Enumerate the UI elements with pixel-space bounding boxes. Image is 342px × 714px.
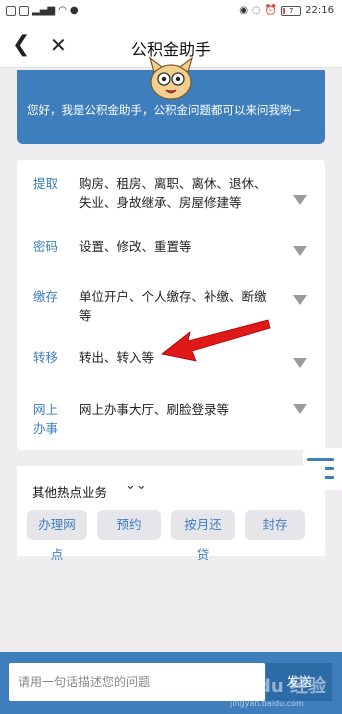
notification-icon — [6, 5, 16, 16]
expand-triangle-icon[interactable] — [293, 295, 307, 305]
expand-triangle-icon[interactable] — [293, 246, 307, 256]
app-icon: ● — [69, 5, 79, 16]
expand-triangle-icon[interactable] — [293, 404, 307, 414]
chip-service-outlets[interactable]: 办理网点 — [27, 510, 87, 562]
battery-icon: 7 — [281, 5, 302, 16]
watermark-logo: Baidu 经验 — [226, 676, 327, 697]
battery-level: 7 — [288, 6, 294, 15]
clock: 22:16 — [305, 5, 334, 16]
alarm-icon: ⏰ — [264, 5, 278, 16]
wifi-icon: ◠ — [58, 5, 67, 16]
topic-description: 设置、修改、重置等 — [79, 239, 192, 254]
notification-icon — [19, 5, 29, 16]
mascot-cat-icon — [148, 56, 194, 100]
topic-description: 网上办事大厅、刷脸登录等 — [79, 402, 230, 417]
status-bar: ▂▄▆ ◠ ● ◉ ◌ ⏰ 7 22:16 — [0, 0, 342, 24]
chip-monthly-repayment[interactable]: 按月还贷 — [171, 510, 235, 562]
annotation-arrow-icon — [161, 319, 271, 362]
topic-label: 密码 — [33, 239, 59, 254]
eye-icon: ◉ — [239, 5, 248, 16]
watermark-url: jingyan.baidu.com — [230, 699, 304, 708]
welcome-banner: 您好，我是公积金助手，公积金问题都可以来问我哟~ — [17, 56, 325, 144]
chip-seal-account[interactable]: 封存 — [245, 510, 305, 540]
topic-label: 提取 — [33, 176, 59, 191]
status-icons-right: ◉ ◌ ⏰ 7 22:16 — [239, 5, 334, 16]
hot-services-heading: 其他热点业务 — [32, 485, 108, 500]
topic-label: 缴存 — [33, 289, 59, 304]
topic-label: 转移 — [33, 350, 59, 365]
topic-description: 购房、租房、离职、离休、退休、失业、身故继承、房屋修建等 — [79, 176, 267, 210]
chevron-down-icon[interactable]: ⌄⌄ — [125, 478, 147, 493]
status-icons-left: ▂▄▆ ◠ ● — [6, 5, 79, 16]
topic-label: 网上办事 — [33, 402, 59, 436]
chip-appointment[interactable]: 预约 — [97, 510, 161, 540]
expand-triangle-icon[interactable] — [293, 358, 307, 368]
signal-icon: ▂▄▆ — [32, 5, 56, 16]
greeting-text: 您好，我是公积金助手，公积金问题都可以来问我哟~ — [27, 103, 302, 117]
expand-triangle-icon[interactable] — [293, 195, 307, 205]
hot-service-chips: 办理网点 预约 按月还贷 封存 — [27, 510, 305, 562]
hot-services-panel: 其他热点业务 ⌄⌄ 办理网点 预约 按月还贷 封存 — [17, 466, 325, 562]
topic-list: 提取 购房、租房、离职、离休、退休、失业、身故继承、房屋修建等 密码 设置、修改… — [17, 160, 325, 450]
mute-icon: ◌ — [251, 5, 261, 16]
